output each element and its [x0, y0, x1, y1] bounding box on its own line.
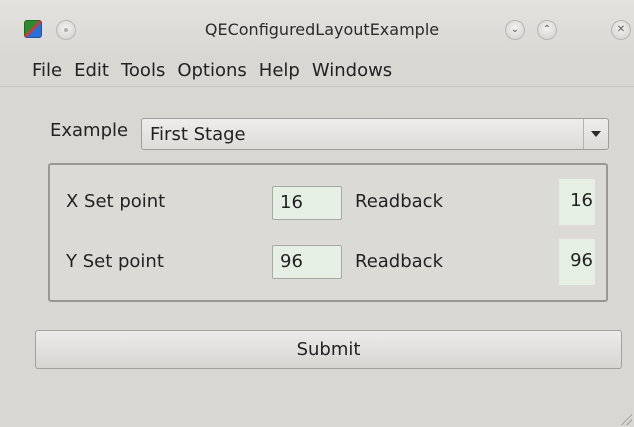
example-combobox[interactable]: First Stage — [141, 118, 609, 150]
x-readback-label: Readback — [355, 191, 444, 212]
menu-tools[interactable]: Tools — [121, 60, 177, 81]
y-setpoint-input[interactable]: 96 — [272, 245, 342, 279]
application-window: QEConfiguredLayoutExample ⌄ ⌃ ✕ File Edi… — [0, 0, 634, 427]
menu-windows[interactable]: Windows — [312, 60, 404, 81]
menu-edit[interactable]: Edit — [74, 60, 121, 81]
submit-button[interactable]: Submit — [35, 330, 622, 369]
combo-dropdown-button[interactable] — [583, 119, 608, 149]
x-readback-value: 16 — [559, 179, 595, 225]
setpoint-group-frame: X Set point 16 Readback 16 Y Set point 9… — [48, 163, 608, 302]
resize-grip-icon[interactable] — [618, 411, 632, 425]
x-setpoint-input[interactable]: 16 — [272, 186, 342, 220]
x-setpoint-label: X Set point — [66, 191, 166, 212]
example-label: Example — [50, 120, 129, 141]
close-button[interactable]: ✕ — [611, 20, 631, 40]
minimize-button[interactable]: ⌄ — [505, 20, 525, 40]
menu-help[interactable]: Help — [259, 60, 312, 81]
title-bar[interactable]: QEConfiguredLayoutExample ⌄ ⌃ ✕ — [0, 0, 634, 54]
menu-bar: File Edit Tools Options Help Windows — [0, 54, 634, 86]
menu-options[interactable]: Options — [177, 60, 258, 81]
example-selected-value: First Stage — [150, 124, 246, 145]
y-readback-label: Readback — [355, 251, 444, 272]
chevron-up-icon: ⌃ — [542, 24, 552, 35]
menu-file[interactable]: File — [0, 60, 74, 81]
y-readback-value: 96 — [559, 239, 595, 285]
maximize-button[interactable]: ⌃ — [537, 20, 557, 40]
dropdown-arrow-icon — [591, 131, 601, 137]
chevron-down-icon: ⌄ — [510, 24, 520, 35]
menu-separator — [0, 86, 634, 87]
close-icon: ✕ — [616, 24, 626, 35]
y-setpoint-label: Y Set point — [66, 251, 164, 272]
